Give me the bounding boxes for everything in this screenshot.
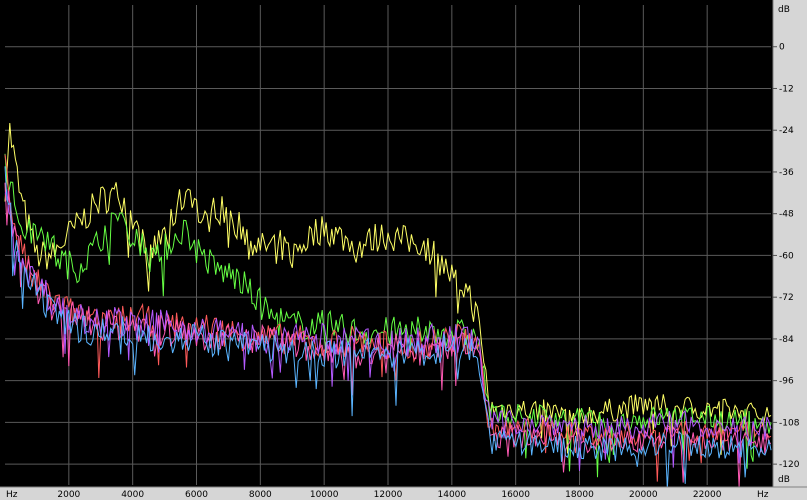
y-tick-label: -24 [779, 126, 794, 136]
y-unit-bottom-label: dB [778, 475, 790, 485]
x-tick-label: 18000 [565, 490, 594, 500]
y-tick-label: -12 [779, 84, 794, 94]
y-tick-label: -108 [779, 418, 800, 428]
y-unit-top-label: dB [778, 5, 790, 15]
y-tick-label: -48 [779, 210, 794, 220]
spectrum-chart: dB dB 0-12-24-36-48-60-72-84-96-108-120 … [0, 0, 807, 500]
y-tick-label: -60 [779, 251, 794, 261]
y-tick-label: -96 [779, 377, 794, 387]
x-tick-label: 16000 [501, 490, 530, 500]
x-tick-label: 22000 [693, 490, 722, 500]
x-tick-label: 14000 [438, 490, 467, 500]
y-tick-label: -120 [779, 460, 800, 470]
x-unit-right-label: Hz [757, 490, 769, 500]
x-tick-label: 8000 [249, 490, 272, 500]
x-tick-label: 10000 [310, 490, 339, 500]
db-axis-panel [773, 0, 807, 487]
y-tick-label: -84 [779, 335, 794, 345]
x-tick-label: 20000 [629, 490, 658, 500]
spectrum-analyzer-window: dB dB 0 -12 -24 -36 -48 -60 -72 -84 -96 -108 -120 … [0, 0, 807, 500]
y-tick-label: -36 [779, 168, 794, 178]
x-unit-left-label: Hz [6, 490, 18, 500]
x-tick-label: 6000 [185, 490, 208, 500]
y-tick-label: 0 [779, 43, 785, 53]
y-tick-label: -72 [779, 293, 794, 303]
x-tick-label: 4000 [121, 490, 144, 500]
x-tick-label: 12000 [374, 490, 403, 500]
x-tick-label: 2000 [57, 490, 80, 500]
